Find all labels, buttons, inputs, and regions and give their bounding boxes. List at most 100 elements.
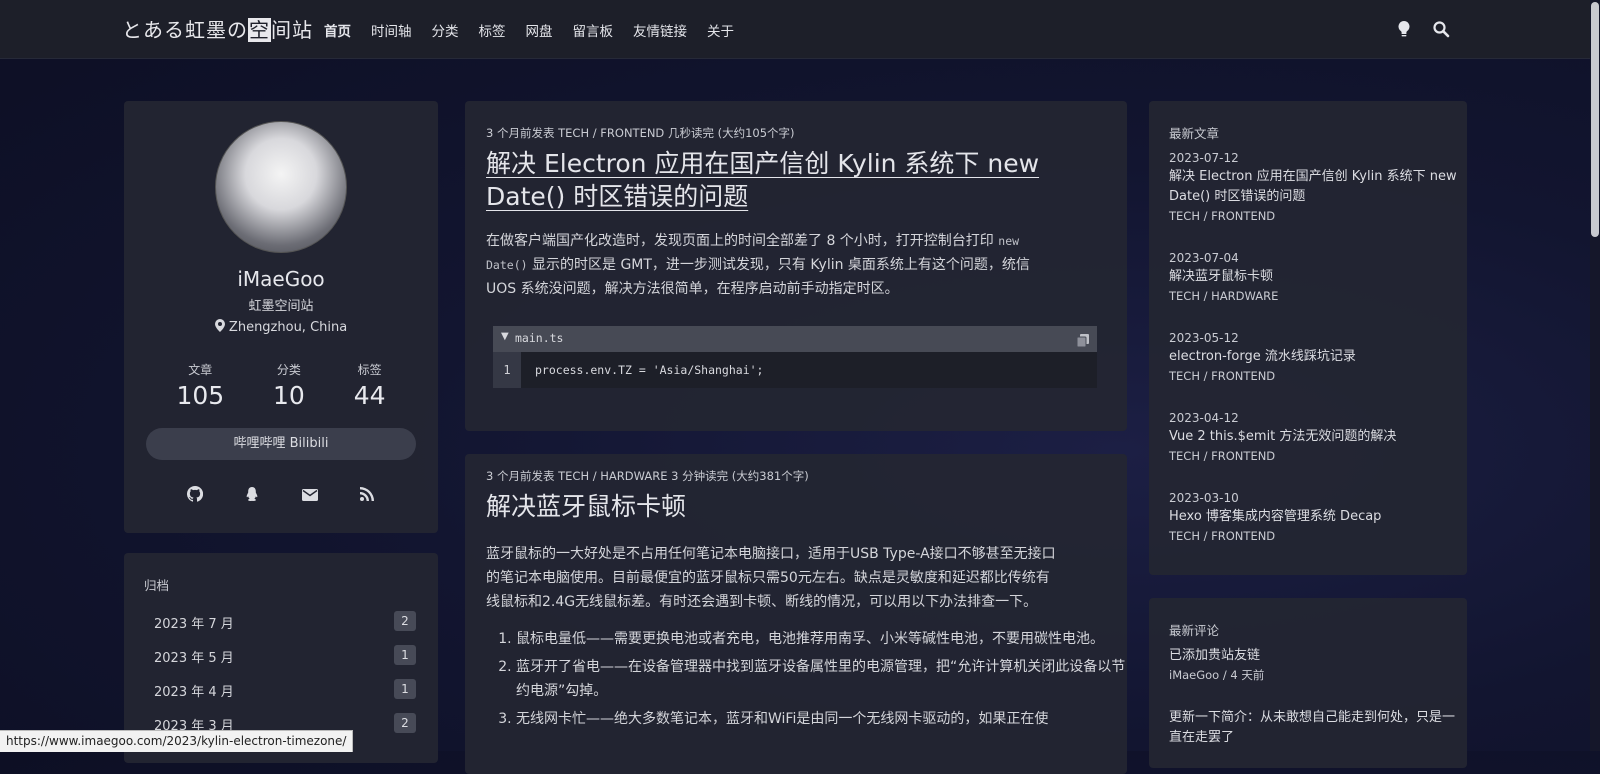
recent-post-category[interactable]: TECH / FRONTEND (1169, 209, 1459, 223)
post-title[interactable]: 解决 Electron 应用在国产信创 Kylin 系统下 new Date()… (486, 147, 1039, 213)
recent-comments-card: 最新评论 已添加贵站友链 iMaeGoo / 4 天前 更新一下简介：从未敢想自己… (1149, 598, 1467, 768)
stat-categories[interactable]: 分类 10 (273, 361, 305, 410)
excerpt-text: 的笔记本电脑使用。目前最便宜的蓝牙鼠标只需50元左右。缺点是灵敏度和延迟都比传统… (486, 570, 1050, 586)
nav-categories[interactable]: 分类 (432, 20, 459, 40)
copy-icon[interactable] (1076, 332, 1089, 348)
nav-timeline[interactable]: 时间轴 (371, 20, 412, 40)
post-card: 3 个月前发表 TECH / FRONTEND 几秒读完 (大约105个字) 解… (465, 101, 1127, 431)
recent-post-title[interactable]: 解决蓝牙鼠标卡顿 (1169, 267, 1459, 287)
nav-netdisk[interactable]: 网盘 (526, 20, 553, 40)
recent-post-title[interactable]: Vue 2 this.$emit 方法无效问题的解决 (1169, 427, 1459, 447)
recent-post-title[interactable]: 解决 Electron 应用在国产信创 Kylin 系统下 new Date()… (1169, 167, 1459, 207)
stat-tags[interactable]: 标签 44 (354, 361, 386, 410)
comment-item[interactable]: 已添加贵站友链 iMaeGoo / 4 天前 (1169, 646, 1459, 683)
stat-label: 分类 (276, 363, 301, 377)
search-icon[interactable] (1432, 20, 1450, 38)
post-title-line: Date() 时区错误的问题 (486, 182, 749, 211)
link-preview-statusbar: https://www.imaegoo.com/2023/kylin-elect… (0, 730, 354, 752)
recent-posts-card: 最新文章 2023-07-12 解决 Electron 应用在国产信创 Kylin… (1149, 101, 1467, 575)
excerpt-text: UOS 系统没问题，解决方法很简单，在程序启动前手动指定时区。 (486, 281, 899, 297)
archive-month: 2023 年 4 月 (154, 685, 234, 700)
github-icon[interactable] (186, 485, 203, 502)
stat-value: 105 (176, 381, 225, 410)
recent-post-item[interactable]: 2023-05-12 electron-forge 流水线踩坑记录 TECH / F… (1169, 331, 1459, 383)
stat-value: 44 (353, 381, 386, 410)
list-item: 鼠标电量低——需要更换电池或者充电，电池推荐用南孚、小米等碱性电池，不要用碳性电… (516, 627, 1126, 651)
recent-comments-title: 最新评论 (1169, 623, 1220, 638)
recent-post-category[interactable]: TECH / FRONTEND (1169, 449, 1459, 463)
archive-item[interactable]: 2023 年 5 月 1 (154, 645, 416, 666)
profile-subtitle: 虹墨空间站 (248, 299, 314, 314)
map-marker-icon (214, 319, 225, 332)
recent-post-item[interactable]: 2023-07-04 解决蓝牙鼠标卡顿 TECH / HARDWARE (1169, 251, 1459, 303)
social-links (166, 485, 396, 502)
recent-post-item[interactable]: 2023-04-12 Vue 2 this.$emit 方法无效问题的解决 TECH… (1169, 411, 1459, 463)
archive-item[interactable]: 2023 年 4 月 1 (154, 679, 416, 700)
inline-code: new (998, 234, 1020, 248)
comment-text[interactable]: 已添加贵站友链 (1169, 646, 1459, 666)
rss-icon[interactable] (359, 486, 375, 502)
recent-post-category[interactable]: TECH / FRONTEND (1169, 529, 1459, 543)
comment-text[interactable]: 更新一下简介：从未敢想自己能走到何处，只是一直在走罢了 (1169, 708, 1459, 748)
line-number: 1 (493, 352, 521, 388)
comment-item[interactable]: 更新一下简介：从未敢想自己能走到何处，只是一直在走罢了 (1169, 708, 1459, 748)
email-icon[interactable] (301, 486, 318, 502)
lightbulb-icon[interactable] (1396, 20, 1414, 38)
location-text: Zhengzhou, China (228, 320, 348, 335)
post-list: 鼠标电量低——需要更换电池或者充电，电池推荐用南孚、小米等碱性电池，不要用碳性电… (486, 627, 1126, 735)
code-block: ▼ main.ts 1 process.env.TZ = 'Asia/Shang… (493, 326, 1097, 388)
post-excerpt: 在做客户端国产化改造时，发现页面上的时间全部差了 8 个小时，打开控制台打印 n… (486, 229, 1106, 301)
profile-name: iMaeGoo (237, 267, 325, 291)
nav-guestbook[interactable]: 留言板 (573, 20, 614, 40)
stat-label: 文章 (188, 363, 213, 377)
inline-code: Date() (486, 258, 528, 272)
logo-text-box: 空 (248, 18, 271, 42)
stat-value: 10 (273, 381, 305, 410)
post-meta: 3 个月前发表 TECH / FRONTEND 几秒读完 (大约105个字) (486, 126, 795, 140)
chevron-down-icon[interactable]: ▼ (501, 331, 509, 342)
recent-post-title[interactable]: Hexo 博客集成内容管理系统 Decap (1169, 507, 1459, 527)
stat-posts[interactable]: 文章 105 (176, 361, 224, 410)
recent-post-date: 2023-07-12 (1169, 151, 1239, 165)
stat-label: 标签 (357, 363, 382, 377)
nav-about[interactable]: 关于 (707, 20, 734, 40)
main-nav: 首页 时间轴 分类 标签 网盘 留言板 友情链接 关于 (324, 20, 754, 40)
recent-post-date: 2023-04-12 (1169, 411, 1239, 425)
scrollbar-thumb[interactable] (1591, 2, 1599, 237)
recent-post-date: 2023-07-04 (1169, 251, 1239, 265)
archive-month: 2023 年 5 月 (154, 651, 234, 666)
avatar (215, 121, 347, 253)
code-block-header[interactable]: ▼ main.ts (493, 326, 1097, 352)
profile-card: iMaeGoo 虹墨空间站 Zhengzhou, China 文章 105 分类 1… (124, 101, 438, 533)
site-logo[interactable]: とある虹墨の空间站 (122, 14, 313, 43)
scrollbar-track[interactable] (1590, 0, 1600, 751)
archive-month: 2023 年 7 月 (154, 617, 234, 632)
recent-post-category[interactable]: TECH / FRONTEND (1169, 369, 1459, 383)
post-title-line: 解决 Electron 应用在国产信创 Kylin 系统下 new (486, 149, 1040, 178)
logo-text-prefix: とある虹墨の (122, 18, 248, 42)
excerpt-text: 线鼠标和2.4G无线鼠标差。有时还会遇到卡顿、断线的情况，可以用以下办法排查一下… (486, 594, 1038, 610)
recent-post-item[interactable]: 2023-03-10 Hexo 博客集成内容管理系统 Decap TECH / FR… (1169, 491, 1459, 543)
post-meta: 3 个月前发表 TECH / HARDWARE 3 分钟读完 (大约381个字) (486, 469, 809, 483)
logo-text-suffix: 间站 (271, 18, 313, 42)
qq-icon[interactable] (244, 486, 260, 502)
list-item: 蓝牙开了省电——在设备管理器中找到蓝牙设备属性里的电源管理，把“允许计算机关闭此… (516, 655, 1126, 703)
profile-location: Zhengzhou, China (124, 319, 438, 335)
post-excerpt: 蓝牙鼠标的一大好处是不占用任何笔记本电脑接口，适用于USB Type-A接口不够… (486, 542, 1106, 614)
nav-home[interactable]: 首页 (324, 20, 351, 40)
excerpt-text: 显示的时区是 GMT，进一步测试发现，只有 Kylin 桌面系统上有这个问题，统… (527, 257, 1030, 273)
code-body: 1 process.env.TZ = 'Asia/Shanghai'; (493, 352, 1097, 388)
bilibili-button[interactable]: 哔哩哔哩 Bilibili (146, 428, 416, 460)
top-navbar: とある虹墨の空间站 首页 时间轴 分类 标签 网盘 留言板 友情链接 关于 (0, 0, 1600, 59)
recent-post-category[interactable]: TECH / HARDWARE (1169, 289, 1459, 303)
nav-friend-links[interactable]: 友情链接 (633, 20, 687, 40)
recent-post-item[interactable]: 2023-07-12 解决 Electron 应用在国产信创 Kylin 系统下 … (1169, 151, 1459, 223)
nav-tags[interactable]: 标签 (479, 20, 506, 40)
recent-post-date: 2023-03-10 (1169, 491, 1239, 505)
recent-post-title[interactable]: electron-forge 流水线踩坑记录 (1169, 347, 1459, 367)
archive-item[interactable]: 2023 年 7 月 2 (154, 611, 416, 632)
recent-post-date: 2023-05-12 (1169, 331, 1239, 345)
archive-count-badge: 2 (394, 611, 416, 631)
recent-posts-title: 最新文章 (1169, 126, 1220, 141)
post-title[interactable]: 解决蓝牙鼠标卡顿 (486, 490, 686, 523)
